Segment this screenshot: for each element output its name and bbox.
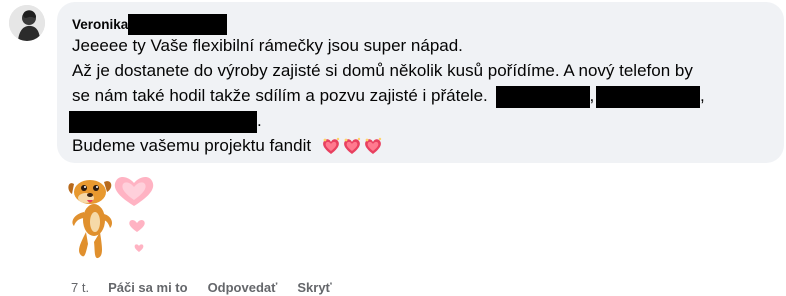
comment-line-3-text: se nám také hodil takže sdílím a pozvu z…	[72, 86, 488, 105]
sparkling-heart-icon	[364, 137, 382, 155]
tagged-friend-redaction-3[interactable]	[69, 110, 257, 133]
comment-line-2: Až je dostanete do výroby zajisté si dom…	[72, 61, 693, 80]
like-button[interactable]: Páči sa mi to	[108, 280, 187, 295]
avatar[interactable]	[9, 5, 45, 41]
author-name[interactable]: Veronika	[72, 17, 128, 32]
comment-line-1: Jeeeee ty Vaše flexibilní rámečky jsou s…	[72, 36, 463, 55]
separator-comma-2: ,	[699, 86, 705, 105]
separator-comma-1: ,	[589, 86, 595, 105]
comment-line-3: se nám také hodil takže sdílím a pozvu z…	[72, 85, 705, 108]
comment-line-5-text: Budeme vašemu projektu fandit	[72, 136, 312, 155]
reply-button[interactable]: Odpovedať	[208, 280, 278, 295]
comment-actions: 7 t. Páči sa mi to Odpovedať Skryť	[71, 278, 352, 296]
tagged-friend-redaction-1[interactable]	[495, 85, 590, 108]
reaction-hearts	[321, 137, 383, 156]
tagged-friend-redaction-2[interactable]	[595, 85, 700, 108]
hide-button[interactable]: Skryť	[297, 280, 331, 295]
sparkling-heart-icon	[322, 137, 340, 155]
comment-line-5: Budeme vašemu projektu fandit	[72, 135, 383, 157]
comment-line-4: .	[69, 110, 262, 133]
sparkling-heart-icon	[343, 137, 361, 155]
separator-period: .	[257, 111, 262, 130]
dog-hearts-sticker[interactable]	[60, 172, 160, 267]
author-surname-redaction	[128, 13, 228, 35]
comment-bubble: Veronika Jeeeee ty Vaše flexibilní rámeč…	[57, 2, 784, 163]
timestamp[interactable]: 7 t.	[71, 280, 89, 295]
author-row: Veronika	[72, 13, 228, 35]
dog-sticker-icon	[68, 177, 154, 259]
profile-photo	[9, 5, 45, 41]
